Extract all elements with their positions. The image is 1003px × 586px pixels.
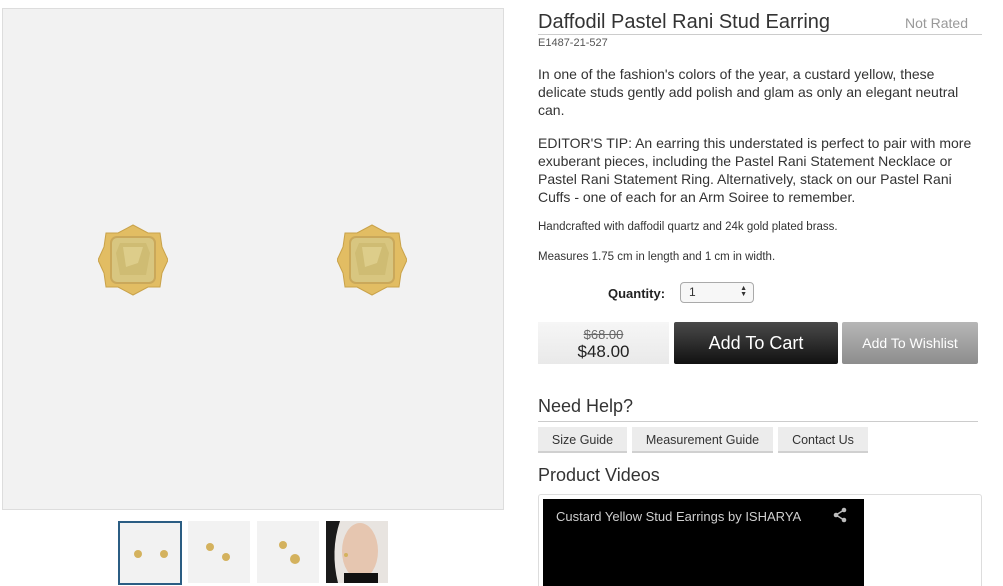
rating-status[interactable]: Not Rated [905, 15, 968, 31]
product-title: Daffodil Pastel Rani Stud Earring [538, 11, 831, 33]
materials-note: Handcrafted with daffodil quartz and 24k… [538, 221, 838, 233]
quantity-value: 1 [689, 285, 696, 299]
earring-left-image [98, 224, 168, 296]
share-icon[interactable] [832, 507, 848, 523]
title-divider [538, 34, 982, 35]
thumbnail-3[interactable] [257, 521, 319, 583]
editors-tip: EDITOR'S TIP: An earring this understate… [538, 135, 972, 205]
thumbnail-1[interactable] [118, 521, 182, 585]
add-to-cart-button[interactable]: Add To Cart [674, 322, 838, 364]
model-wearing-earring-thumb-icon [326, 521, 378, 583]
video-title[interactable]: Custard Yellow Stud Earrings by ISHARYA [556, 509, 801, 524]
earring-right-image [337, 224, 407, 296]
product-videos-heading: Product Videos [538, 465, 660, 485]
thumbnail-4-model[interactable] [326, 521, 388, 583]
measurement-guide-button[interactable]: Measurement Guide [632, 427, 773, 453]
thumbnail-2[interactable] [188, 521, 250, 583]
earring-pair-thumb-icon [134, 550, 168, 558]
quantity-select[interactable]: 1 ▲ ▼ [680, 282, 754, 303]
earring-back-thumb-icon [279, 541, 300, 564]
help-divider [538, 421, 978, 422]
product-sku: E1487-21-527 [538, 37, 608, 49]
price-box: $68.00 $48.00 [538, 322, 669, 364]
size-guide-button[interactable]: Size Guide [538, 427, 627, 453]
earring-angle-thumb-icon [206, 543, 230, 561]
quantity-label: Quantity: [608, 286, 666, 301]
product-description: In one of the fashion's colors of the ye… [538, 66, 959, 118]
need-help-heading: Need Help? [538, 396, 634, 416]
select-arrows-icon: ▲ ▼ [740, 285, 747, 298]
video-player[interactable]: Custard Yellow Stud Earrings by ISHARYA [543, 499, 864, 586]
original-price: $68.00 [583, 327, 624, 342]
contact-us-button[interactable]: Contact Us [778, 427, 868, 453]
add-to-wishlist-button[interactable]: Add To Wishlist [842, 322, 978, 364]
sale-price: $48.00 [577, 342, 630, 361]
main-product-image[interactable] [2, 8, 504, 510]
measurements-note: Measures 1.75 cm in length and 1 cm in w… [538, 251, 776, 263]
